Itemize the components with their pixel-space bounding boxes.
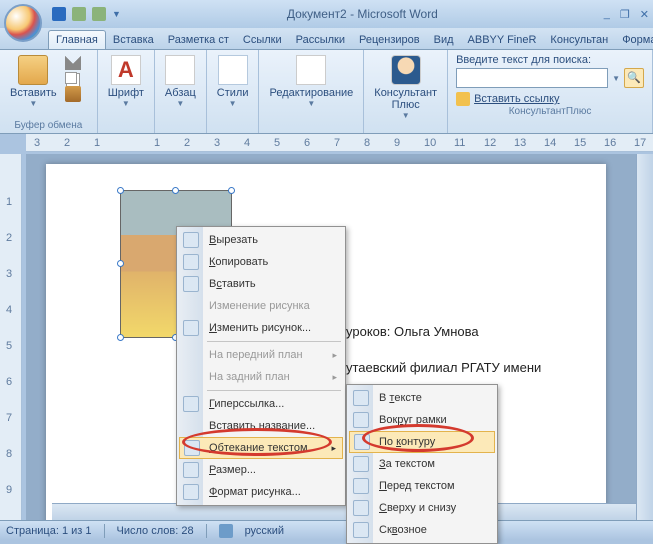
consultant-search-label: Введите текст для поиска: bbox=[456, 54, 644, 66]
tab-home[interactable]: Главная bbox=[48, 30, 106, 49]
wrap-option-icon bbox=[353, 390, 369, 406]
spellcheck-icon[interactable] bbox=[219, 524, 233, 538]
wrap-option-icon bbox=[353, 500, 369, 516]
clipboard-group-label: Буфер обмена bbox=[6, 119, 91, 133]
status-language[interactable]: русский bbox=[245, 525, 284, 537]
context-menu: ВырезатьКопироватьВставитьИзменение рису… bbox=[176, 226, 346, 506]
search-dropdown-icon[interactable]: ▼ bbox=[612, 74, 620, 83]
ctx-Обтекание текстом[interactable]: Обтекание текстом▸ bbox=[179, 437, 343, 459]
wrap-submenu: В текстеВокруг рамкиПо контуруЗа текстом… bbox=[346, 384, 498, 544]
format-painter-button[interactable] bbox=[65, 86, 81, 102]
resize-handle[interactable] bbox=[117, 334, 124, 341]
redo-icon[interactable] bbox=[92, 7, 106, 21]
ruler-vertical[interactable]: 123456789 bbox=[0, 154, 22, 520]
tab-view[interactable]: Вид bbox=[427, 31, 461, 49]
paste-button[interactable]: Вставить ▼ bbox=[6, 52, 61, 111]
consultant-search-input[interactable] bbox=[456, 68, 608, 88]
ctx-Вставить название...[interactable]: Вставить название... bbox=[179, 415, 343, 437]
insert-link-icon bbox=[456, 92, 470, 106]
office-button[interactable] bbox=[4, 4, 42, 42]
wrap-За текстом[interactable]: За текстом bbox=[349, 453, 495, 475]
editing-button[interactable]: Редактирование ▼ bbox=[265, 52, 357, 111]
paste-icon bbox=[18, 55, 48, 85]
size-icon bbox=[183, 462, 199, 478]
ctx-Копировать[interactable]: Копировать bbox=[179, 251, 343, 273]
wrap-Сквозное[interactable]: Сквозное bbox=[349, 519, 495, 541]
ctx-Изменить рисунок...[interactable]: Изменить рисунок... bbox=[179, 317, 343, 339]
wrap-По контуру[interactable]: По контуру bbox=[349, 431, 495, 453]
insert-link-button[interactable]: Вставить ссылку bbox=[474, 93, 559, 105]
consultant-group-label: КонсультантПлюс bbox=[456, 106, 644, 117]
qat-dropdown-icon[interactable]: ▼ bbox=[112, 9, 121, 19]
cut-button[interactable] bbox=[65, 54, 81, 70]
tab-review[interactable]: Рецензиров bbox=[352, 31, 427, 49]
font-icon: A bbox=[111, 55, 141, 85]
wrap-В тексте[interactable]: В тексте bbox=[349, 387, 495, 409]
window-title: Документ2 - Microsoft Word bbox=[121, 7, 604, 21]
ribbon-tabs: Главная Вставка Разметка ст Ссылки Рассы… bbox=[0, 28, 653, 50]
wrap-Сверху и снизу[interactable]: Сверху и снизу bbox=[349, 497, 495, 519]
tab-consultant[interactable]: Консультан bbox=[543, 31, 615, 49]
styles-icon bbox=[218, 55, 248, 85]
tab-layout[interactable]: Разметка ст bbox=[161, 31, 236, 49]
wrap-option-icon bbox=[353, 456, 369, 472]
tab-format[interactable]: Формат bbox=[615, 31, 653, 49]
restore-button[interactable]: ❐ bbox=[620, 8, 630, 21]
document-text[interactable]: утаевский филиал РГАТУ имени bbox=[346, 360, 541, 375]
titlebar: ▼ Документ2 - Microsoft Word _ ❐ ✕ bbox=[0, 0, 653, 28]
quick-access-toolbar: ▼ bbox=[52, 7, 121, 21]
hyperlink-icon bbox=[183, 396, 199, 412]
change-pic-icon bbox=[183, 320, 199, 336]
consultant-icon bbox=[391, 55, 421, 85]
status-wordcount[interactable]: Число слов: 28 bbox=[117, 525, 194, 537]
save-icon[interactable] bbox=[52, 7, 66, 21]
resize-handle[interactable] bbox=[228, 187, 235, 194]
ctx-Формат рисунка...[interactable]: Формат рисунка... bbox=[179, 481, 343, 503]
tab-abbyy[interactable]: ABBYY FineR bbox=[461, 31, 544, 49]
consultant-button[interactable]: Консультант Плюс ▼ bbox=[370, 52, 441, 123]
font-button[interactable]: A Шрифт ▼ bbox=[104, 52, 148, 111]
wrap-option-icon bbox=[353, 478, 369, 494]
scrollbar-vertical[interactable] bbox=[636, 154, 653, 520]
styles-button[interactable]: Стили ▼ bbox=[213, 52, 253, 111]
ctx-Изменение рисунка: Изменение рисунка bbox=[179, 295, 343, 317]
wrap-option-icon bbox=[353, 412, 369, 428]
ctx-На передний план: На передний план▸ bbox=[179, 344, 343, 366]
copy-icon bbox=[183, 254, 199, 270]
status-bar: Страница: 1 из 1 Число слов: 28 русский bbox=[0, 520, 653, 540]
ctx-Вставить[interactable]: Вставить bbox=[179, 273, 343, 295]
paste-icon bbox=[183, 276, 199, 292]
tab-mailings[interactable]: Рассылки bbox=[289, 31, 352, 49]
ctx-Вырезать[interactable]: Вырезать bbox=[179, 229, 343, 251]
resize-handle[interactable] bbox=[117, 260, 124, 267]
copy-button[interactable] bbox=[65, 72, 77, 84]
close-button[interactable]: ✕ bbox=[640, 8, 649, 21]
resize-handle[interactable] bbox=[117, 187, 124, 194]
ctx-Размер...[interactable]: Размер... bbox=[179, 459, 343, 481]
document-text[interactable]: уроков: Ольга Умнова bbox=[346, 324, 479, 339]
cut-icon bbox=[183, 232, 199, 248]
undo-icon[interactable] bbox=[72, 7, 86, 21]
ctx-Гиперссылка...[interactable]: Гиперссылка... bbox=[179, 393, 343, 415]
format-pic-icon bbox=[183, 484, 199, 500]
paragraph-button[interactable]: Абзац ▼ bbox=[161, 52, 200, 111]
ctx-На задний план: На задний план▸ bbox=[179, 366, 343, 388]
tab-references[interactable]: Ссылки bbox=[236, 31, 289, 49]
wrap-icon bbox=[184, 440, 200, 456]
ribbon: Вставить ▼ Буфер обмена A Шрифт ▼ Абзац bbox=[0, 50, 653, 134]
minimize-button[interactable]: _ bbox=[604, 8, 610, 21]
resize-handle[interactable] bbox=[172, 187, 179, 194]
paragraph-icon bbox=[165, 55, 195, 85]
wrap-Вокруг рамки[interactable]: Вокруг рамки bbox=[349, 409, 495, 431]
consultant-search-go[interactable]: 🔍 bbox=[624, 68, 644, 88]
status-page[interactable]: Страница: 1 из 1 bbox=[6, 525, 92, 537]
tab-insert[interactable]: Вставка bbox=[106, 31, 161, 49]
editing-icon bbox=[296, 55, 326, 85]
wrap-Перед текстом[interactable]: Перед текстом bbox=[349, 475, 495, 497]
wrap-option-icon bbox=[353, 522, 369, 538]
wrap-option-icon bbox=[354, 434, 370, 450]
ruler-horizontal[interactable]: 3211234567891011121314151617 bbox=[26, 134, 653, 152]
